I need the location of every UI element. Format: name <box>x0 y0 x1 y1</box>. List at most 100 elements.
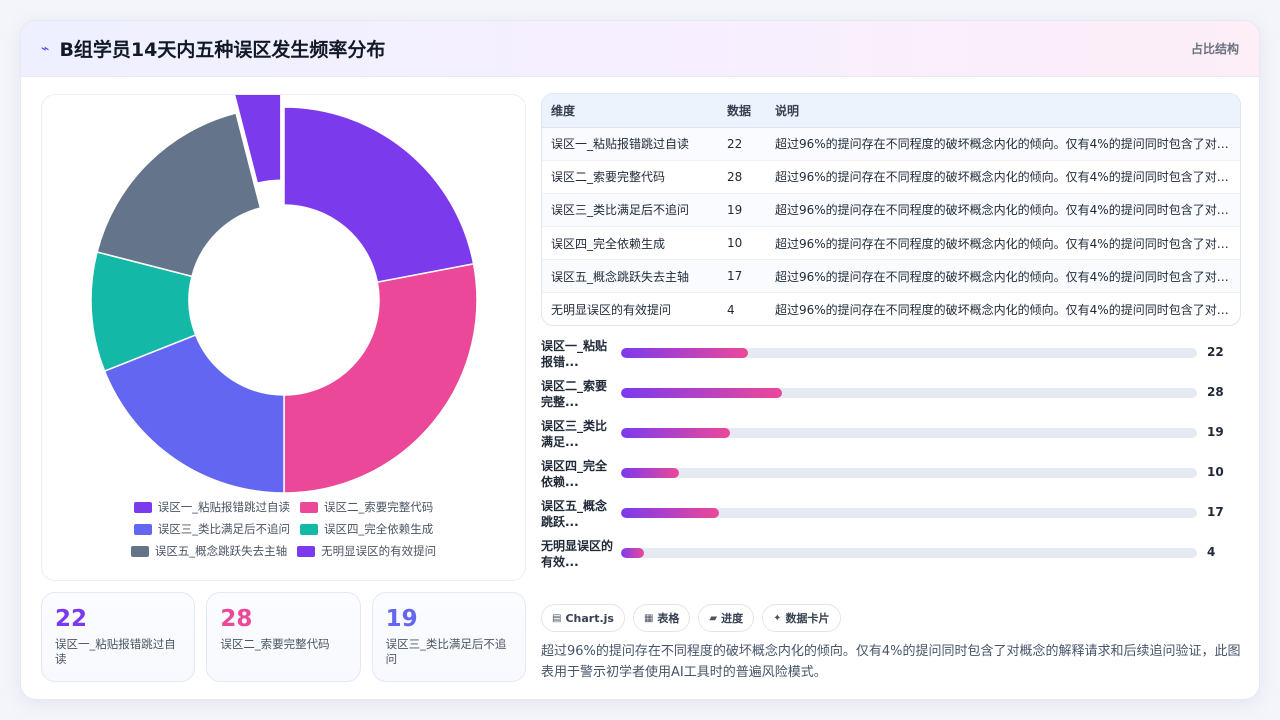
cell-dimension: 误区四_完全依赖生成 <box>542 226 718 261</box>
chip-label: 进度 <box>721 612 744 625</box>
legend-swatch <box>300 501 318 513</box>
feature-chips: ▤ Chart.js ▦ 表格 ▰ 进度 ✦ 数据卡片 <box>541 604 841 632</box>
bar-fill <box>621 508 719 518</box>
legend-item[interactable]: 误区四_完全依赖生成 <box>300 521 433 537</box>
bar-track <box>621 428 1197 438</box>
progress-icon: ▰ <box>709 612 718 624</box>
progress-bars: 误区一_粘贴报错... 22 误区二_索要完整... 28 误区三_类比满足... 19 误… <box>541 334 1241 574</box>
legend-label: 误区五_概念跳跃失去主轴 <box>154 544 288 558</box>
pie-slice[interactable] <box>283 106 475 284</box>
cell-description: 超过96%的提问存在不同程度的破坏概念内化的倾向。仅有4%的提问同时包含了对概念… <box>766 193 1240 228</box>
donut-chart <box>90 95 478 494</box>
stat-value: 19 <box>385 606 418 632</box>
legend-item[interactable]: 误区三_类比满足后不追问 <box>133 521 290 537</box>
bar-label: 误区二_索要完整... <box>541 379 608 409</box>
stat-label: 误区一_粘贴报错跳过自读 <box>55 637 176 666</box>
bar-value: 10 <box>1207 465 1224 479</box>
legend-swatch <box>300 523 318 535</box>
page-title: B组学员14天内五种误区发生频率分布 <box>59 39 386 61</box>
table-header-row: 维度 数据 说明 <box>542 94 1240 128</box>
pie-slice[interactable] <box>283 262 478 494</box>
table-icon: ▦ <box>643 612 654 624</box>
chip-progress[interactable]: ▰ 进度 <box>698 604 755 632</box>
bar-label: 误区三_类比满足... <box>541 419 608 449</box>
bar-row: 误区三_类比满足... 19 <box>541 414 1241 454</box>
cell-description: 超过96%的提问存在不同程度的破坏概念内化的倾向。仅有4%的提问同时包含了对概念… <box>766 259 1240 294</box>
legend-item[interactable]: 无明显误区的有效提问 <box>297 543 436 559</box>
bar-label: 误区一_粘贴报错... <box>541 339 608 369</box>
bar-label: 无明显误区的有效... <box>541 539 614 569</box>
stat-label: 误区二_索要完整代码 <box>220 637 330 651</box>
stat-value: 22 <box>55 606 88 632</box>
chip-table[interactable]: ▦ 表格 <box>632 604 691 632</box>
data-table: 维度 数据 说明 误区一_粘贴报错跳过自读 22 超过96%的提问存在不同程度的破坏… <box>541 93 1241 326</box>
chip-card[interactable]: ✦ 数据卡片 <box>762 604 841 632</box>
cell-dimension: 误区三_类比满足后不追问 <box>542 193 718 228</box>
stat-value: 28 <box>220 606 253 632</box>
cell-data: 22 <box>718 127 766 161</box>
cell-data: 10 <box>718 226 766 261</box>
cell-description: 超过96%的提问存在不同程度的破坏概念内化的倾向。仅有4%的提问同时包含了对概念… <box>766 226 1240 261</box>
bar-value: 22 <box>1207 345 1224 359</box>
stat-card: 22 误区一_粘贴报错跳过自读 <box>41 592 196 682</box>
bar-label: 误区四_完全依赖... <box>541 459 608 489</box>
table-row: 误区三_类比满足后不追问 19 超过96%的提问存在不同程度的破坏概念内化的倾向。仅… <box>542 193 1240 228</box>
chart-legend: 误区一_粘贴报错跳过自读 误区二_索要完整代码误区三_类比满足后不追问 误区四_完全… <box>42 499 525 559</box>
legend-label: 误区二_索要完整代码 <box>324 500 434 514</box>
section-tag: 占比结构 <box>1190 42 1239 56</box>
legend-label: 无明显误区的有效提问 <box>321 544 437 558</box>
bar-track <box>621 548 1197 558</box>
bar-fill <box>621 548 645 558</box>
bar-fill <box>621 388 783 398</box>
bar-fill <box>621 348 748 358</box>
cell-data: 17 <box>718 259 766 294</box>
legend-swatch <box>133 501 152 513</box>
bar-track <box>621 388 1197 398</box>
bar-row: 误区一_粘贴报错... 22 <box>541 334 1241 374</box>
cell-dimension: 误区五_概念跳跃失去主轴 <box>542 259 718 294</box>
legend-swatch <box>297 545 316 557</box>
legend-item[interactable]: 误区一_粘贴报错跳过自读 <box>133 499 290 515</box>
chip-chart[interactable]: ▤ Chart.js <box>541 604 625 632</box>
header-data: 数据 <box>718 94 766 128</box>
table-row: 无明显误区的有效提问 4 超过96%的提问存在不同程度的破坏概念内化的倾向。仅有4%… <box>542 293 1240 325</box>
title-wrap: ⌁ B组学员14天内五种误区发生频率分布 <box>41 35 385 62</box>
legend-item[interactable]: 误区五_概念跳跃失去主轴 <box>130 543 288 559</box>
cell-data: 19 <box>718 193 766 228</box>
bar-row: 无明显误区的有效... 4 <box>541 534 1241 574</box>
cell-description: 超过96%的提问存在不同程度的破坏概念内化的倾向。仅有4%的提问同时包含了对概念… <box>766 160 1240 194</box>
bar-row: 误区四_完全依赖... 10 <box>541 454 1241 494</box>
legend-item[interactable]: 误区二_索要完整代码 <box>300 499 433 515</box>
table-row: 误区一_粘贴报错跳过自读 22 超过96%的提问存在不同程度的破坏概念内化的倾向。仅… <box>542 127 1240 161</box>
bar-value: 17 <box>1207 505 1224 519</box>
table-row: 误区四_完全依赖生成 10 超过96%的提问存在不同程度的破坏概念内化的倾向。仅有4… <box>542 226 1240 261</box>
bar-value: 4 <box>1207 545 1216 559</box>
sparkle-icon: ⌁ <box>41 40 50 57</box>
bar-label: 误区五_概念跳跃... <box>541 499 608 529</box>
bar-value: 28 <box>1207 385 1224 399</box>
bar-value: 19 <box>1207 425 1224 439</box>
pie-panel: 误区一_粘贴报错跳过自读 误区二_索要完整代码误区三_类比满足后不追问 误区四_完全… <box>41 94 526 581</box>
legend-swatch <box>130 545 149 557</box>
bar-row: 误区五_概念跳跃... 17 <box>541 494 1241 534</box>
legend-label: 误区一_粘贴报错跳过自读 <box>157 500 290 514</box>
chip-label: 表格 <box>657 612 680 625</box>
bar-track <box>621 348 1197 358</box>
header-description: 说明 <box>766 94 1240 128</box>
cell-data: 4 <box>727 302 735 317</box>
chip-label: Chart.js <box>565 611 614 625</box>
chip-label: 数据卡片 <box>785 612 830 625</box>
stat-cards: 22 误区一_粘贴报错跳过自读 28 误区二_索要完整代码 19 误区三_类比满足后不追问 <box>41 592 526 682</box>
cell-description: 超过96%的提问存在不同程度的破坏概念内化的倾向。仅有4%的提问同时包含了对概念… <box>766 127 1240 161</box>
description-text: 超过96%的提问存在不同程度的破坏概念内化的倾向。仅有4%的提问同时包含了对概念… <box>541 644 1241 680</box>
header: ⌁ B组学员14天内五种误区发生频率分布 占比结构 <box>21 21 1259 77</box>
dashboard-card: ⌁ B组学员14天内五种误区发生频率分布 占比结构 误区一_粘贴报错跳过自读 误区… <box>20 20 1260 700</box>
table-row: 误区五_概念跳跃失去主轴 17 超过96%的提问存在不同程度的破坏概念内化的倾向。仅… <box>542 259 1240 294</box>
legend-label: 误区四_完全依赖生成 <box>324 522 434 536</box>
cell-dimension: 误区二_索要完整代码 <box>542 160 718 194</box>
pie-slice[interactable] <box>96 112 262 278</box>
bar-track <box>621 468 1197 478</box>
cell-dimension: 误区一_粘贴报错跳过自读 <box>542 127 718 161</box>
bar-fill <box>621 468 679 478</box>
cell-description: 超过96%的提问存在不同程度的破坏概念内化的倾向。仅有4%的提问同时包含了对概念… <box>775 303 1240 318</box>
